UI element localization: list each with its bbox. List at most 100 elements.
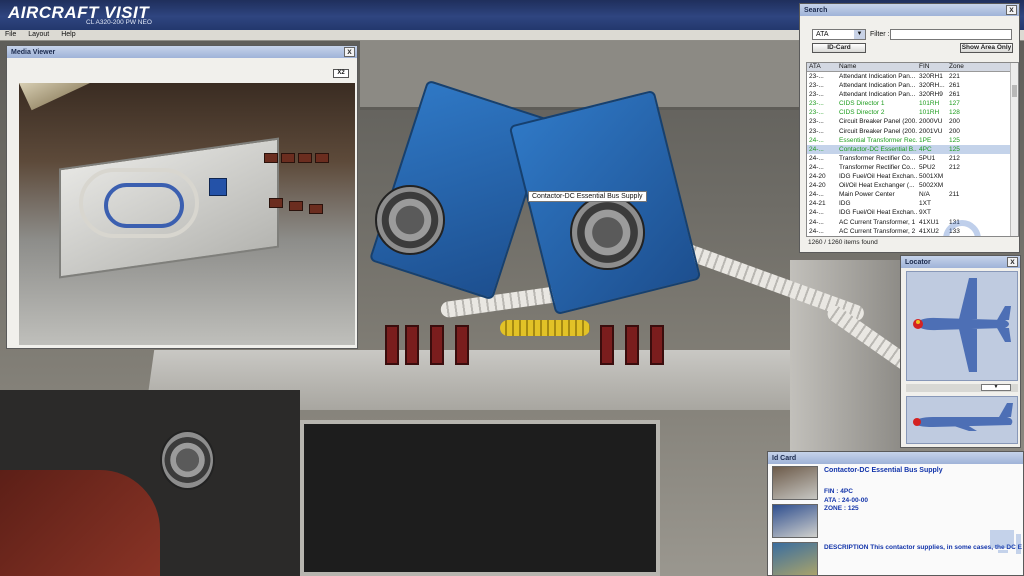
circuit-breaker[interactable]	[405, 325, 419, 365]
table-row[interactable]: 23-... Attendant Indication Pan... 320RH9 2…	[807, 90, 1018, 99]
id-card-header[interactable]: Id Card	[768, 452, 1023, 464]
chevron-down-icon[interactable]: ▼	[854, 30, 865, 39]
media-viewer-title: Media Viewer	[11, 48, 56, 56]
connector-plug[interactable]	[570, 195, 645, 270]
cell-name: IDG	[839, 200, 851, 208]
yellow-cable-bundle	[500, 320, 590, 336]
search-header[interactable]: Search x	[800, 4, 1019, 16]
connector-plug[interactable]	[160, 430, 215, 490]
table-row[interactable]: 23-... Attendant Indication Pan... 320RH..…	[807, 81, 1018, 90]
media-photo[interactable]	[19, 83, 355, 345]
cell-ata: 24-...	[809, 218, 824, 226]
locator-top-view[interactable]	[906, 271, 1018, 381]
photo-relay	[298, 153, 312, 163]
vertical-scrollbar[interactable]	[1010, 63, 1018, 236]
cell-zone: 200	[949, 118, 960, 126]
photo-relay	[315, 153, 329, 163]
circuit-breaker[interactable]	[455, 325, 469, 365]
cell-zone	[947, 199, 1007, 208]
search-field-select[interactable]: ATA ▼	[812, 29, 866, 40]
cell-zone: 211	[949, 191, 960, 199]
table-row[interactable]: 23-... Circuit Breaker Panel (200... 2000V…	[807, 117, 1018, 126]
filter-label: Filter :	[870, 31, 890, 38]
locator-splitter[interactable]: ▼	[906, 384, 1018, 392]
table-row[interactable]: 24-... Essential Transformer Rec... 1PE 125	[807, 136, 1018, 145]
id-card-window: Id Card Contactor-DC Essential Bus Suppl…	[767, 451, 1024, 576]
column-header-zone[interactable]: Zone	[947, 63, 1007, 71]
cell-zone: 200	[949, 127, 960, 135]
column-header-fin[interactable]: FIN	[917, 63, 947, 71]
circuit-breaker[interactable]	[625, 325, 639, 365]
table-row[interactable]: 23-... CIDS Director 1 101RH 127	[807, 99, 1018, 108]
table-row[interactable]: 23-... CIDS Director 2 101RH 128	[807, 108, 1018, 117]
table-row[interactable]: 24-... Transformer Rectifier Co... 5PU1 212	[807, 154, 1018, 163]
table-row[interactable]: 24-21 IDG 1XT	[807, 199, 1018, 208]
menu-layout[interactable]: Layout	[23, 30, 54, 39]
id-card-button[interactable]: ID-Card	[812, 43, 866, 53]
items-found-count: 1260 / 1260 items found	[808, 239, 878, 246]
cell-zone: 261	[949, 91, 960, 99]
menu-help[interactable]: Help	[56, 30, 80, 39]
media-viewer-header[interactable]: Media Viewer x	[7, 46, 357, 58]
cell-fin: 320RH9	[919, 91, 943, 99]
thumbnail-image[interactable]	[772, 466, 818, 500]
table-row[interactable]: 24-20 IDG Fuel/Oil Heat Exchan... 5001XM	[807, 172, 1018, 181]
table-row[interactable]: 24-... Main Power Center N/A 211	[807, 190, 1018, 199]
thumbnail-image[interactable]	[772, 504, 818, 538]
locator-title: Locator	[905, 258, 931, 266]
menu-file[interactable]: File	[0, 30, 21, 39]
cell-name: Transformer Rectifier Co...	[839, 154, 916, 162]
cell-ata: 23-...	[809, 127, 824, 135]
cell-zone: 125	[949, 145, 960, 153]
search-field-value: ATA	[816, 31, 829, 38]
photo-relay	[264, 153, 278, 163]
cell-name: AC Current Transformer, 2	[839, 227, 916, 235]
search-window: Search x ATA ▼ Filter : ID-Card Show Are…	[799, 3, 1020, 253]
cell-fin: 5PU1	[919, 154, 936, 162]
cell-fin: 1PE	[919, 136, 932, 144]
table-row[interactable]: 24-... Transformer Rectifier Co... 5PU2 212	[807, 163, 1018, 172]
cell-name: CIDS Director 2	[839, 109, 885, 117]
photo-relay	[281, 153, 295, 163]
cell-zone: 261	[949, 82, 960, 90]
cell-name: Main Power Center	[839, 191, 895, 199]
table-row[interactable]: 24-20 Oil/Oil Heat Exchanger (... 5002XM	[807, 181, 1018, 190]
cell-fin: 320RH1	[919, 73, 943, 80]
zoom-x2-button[interactable]: X2	[333, 69, 349, 78]
cell-ata: 24-...	[809, 154, 824, 162]
search-watermark-icon	[943, 220, 981, 236]
connector-plug[interactable]	[375, 185, 445, 255]
column-header-ata[interactable]: ATA	[807, 63, 837, 71]
cell-ata: 24-...	[809, 163, 824, 171]
circuit-breaker[interactable]	[385, 325, 399, 365]
locator-side-view[interactable]	[906, 396, 1018, 444]
locator-header[interactable]: Locator x	[901, 256, 1020, 268]
cell-ata: 24-...	[809, 227, 824, 235]
table-row[interactable]: 23-... Circuit Breaker Panel (200... 2001V…	[807, 127, 1018, 136]
close-icon[interactable]: x	[344, 47, 355, 57]
close-icon[interactable]: x	[1007, 257, 1018, 267]
cell-name: Attendant Indication Pan...	[839, 82, 916, 90]
scrollbar-thumb[interactable]	[1012, 85, 1017, 97]
show-area-only-button[interactable]: Show Area Only	[960, 43, 1013, 53]
cell-fin: 5002XM	[919, 182, 944, 190]
cell-fin: 4PC	[919, 145, 932, 153]
table-row[interactable]: 24-... Contactor-DC Essential B... 4PC 125	[807, 144, 1018, 154]
results-table: ATA Name FIN Zone 23-... Attendant Indica…	[806, 62, 1019, 237]
cell-zone: 212	[949, 163, 960, 171]
locator-window: Locator x ▼	[900, 255, 1021, 448]
thumbnail-image[interactable]	[772, 542, 818, 576]
cell-zone: 125	[949, 136, 960, 144]
cell-zone: 128	[949, 109, 960, 117]
filter-input[interactable]	[890, 29, 1012, 40]
circuit-breaker[interactable]	[650, 325, 664, 365]
close-icon[interactable]: x	[1006, 5, 1017, 15]
cell-name: CIDS Director 1	[839, 100, 885, 108]
table-header: ATA Name FIN Zone	[807, 63, 1018, 72]
circuit-breaker[interactable]	[430, 325, 444, 365]
cell-fin: N/A	[919, 191, 930, 199]
table-row[interactable]: 23-... Attendant Indication Pan... 320RH1 2…	[807, 72, 1018, 81]
chevron-down-icon[interactable]: ▼	[981, 384, 1011, 391]
column-header-name[interactable]: Name	[837, 63, 917, 71]
circuit-breaker[interactable]	[600, 325, 614, 365]
